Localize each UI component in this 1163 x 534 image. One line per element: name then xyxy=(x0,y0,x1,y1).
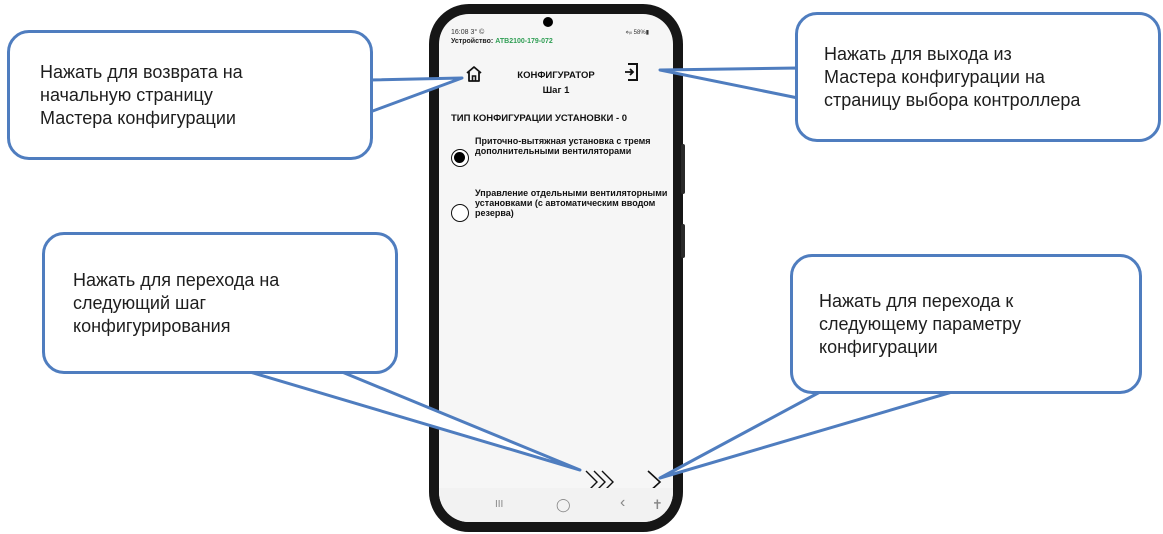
page-title: КОНФИГУРАТОР xyxy=(517,70,595,81)
option-separate-fans[interactable]: Управление отдельными вентиляторными уст… xyxy=(451,188,669,236)
callout-next-param-text: Нажать для перехода к следующему парамет… xyxy=(819,290,1021,357)
device-info: Устройство: АТВ2100-179-072 xyxy=(451,38,553,45)
option-label: Управление отдельными вентиляторными уст… xyxy=(475,188,668,218)
option-label: Приточно-вытяжная установка с тремя допо… xyxy=(475,136,651,156)
exit-icon xyxy=(625,63,638,81)
device-label: Устройство: xyxy=(451,38,496,45)
android-back-button[interactable]: ‹ xyxy=(620,494,625,512)
accessibility-button[interactable]: ✝ xyxy=(652,497,663,513)
pointer-next-param xyxy=(658,390,954,480)
android-home-button[interactable]: ◯ xyxy=(556,497,571,513)
step-label: Шаг 1 xyxy=(542,85,570,96)
home-button[interactable] xyxy=(464,64,484,84)
recent-apps-button[interactable]: III xyxy=(495,499,503,510)
option-supply-exhaust[interactable]: Приточно-вытяжная установка с тремя допо… xyxy=(451,136,669,184)
front-camera xyxy=(543,17,553,27)
status-indicators: ⋄ᵢₗₗ 58%▮ xyxy=(625,30,649,36)
status-time: 16:08 3° © xyxy=(451,29,485,36)
callout-next-step-text: Нажать для перехода на следующий шаг кон… xyxy=(73,269,280,336)
exit-button[interactable] xyxy=(623,62,641,82)
callout-exit: Нажать для выхода из Мастера конфигураци… xyxy=(795,12,1161,142)
callout-home: Нажать для возврата на начальную страниц… xyxy=(7,30,373,160)
callout-home-text: Нажать для возврата на начальную страниц… xyxy=(40,61,243,128)
phone-screen: 16:08 3° © ⋄ᵢₗₗ 58%▮ Устройство: АТВ2100… xyxy=(439,14,673,522)
volume-button xyxy=(681,144,685,194)
device-id: АТВ2100-179-072 xyxy=(495,38,553,45)
radio-button-selected[interactable] xyxy=(451,149,469,167)
home-icon xyxy=(466,66,482,82)
power-button xyxy=(681,224,685,258)
callout-next-step: Нажать для перехода на следующий шаг кон… xyxy=(42,232,398,374)
radio-button[interactable] xyxy=(451,204,469,222)
callout-exit-text: Нажать для выхода из Мастера конфигураци… xyxy=(824,43,1081,110)
android-navbar: III ◯ ‹ ✝ xyxy=(439,488,673,522)
config-type-label: ТИП КОНФИГУРАЦИИ УСТАНОВКИ - 0 xyxy=(451,113,628,124)
phone-frame: 16:08 3° © ⋄ᵢₗₗ 58%▮ Устройство: АТВ2100… xyxy=(429,4,685,532)
callout-next-param: Нажать для перехода к следующему парамет… xyxy=(790,254,1142,394)
